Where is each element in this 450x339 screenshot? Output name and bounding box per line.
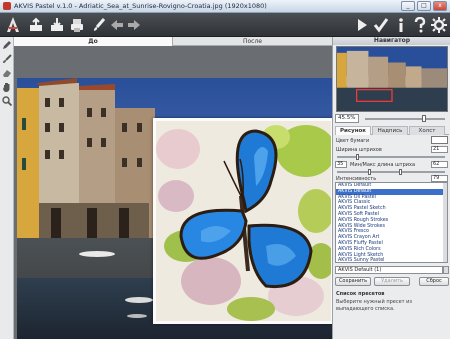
eraser-icon[interactable] <box>2 68 12 78</box>
image-canvas[interactable] <box>14 46 332 339</box>
preset-select[interactable]: AKVIS Default (1) <box>335 266 443 274</box>
print-icon[interactable] <box>69 17 85 33</box>
close-button[interactable]: x <box>433 1 447 11</box>
redo-icon[interactable] <box>126 17 142 33</box>
zoom-slider[interactable] <box>365 118 445 120</box>
app-logo-icon <box>3 2 11 10</box>
akvis-logo-icon <box>7 17 19 32</box>
preset-list-item[interactable]: AKVIS Sunny Pastel <box>336 258 447 262</box>
title-bar: AKVIS Pastel v.1.0 - Adriatic_Sea_at_Sun… <box>0 0 450 13</box>
stroke-length-max-thumb[interactable] <box>399 169 402 175</box>
tab-canvas[interactable]: Холст <box>409 126 445 135</box>
stroke-width-slider[interactable] <box>337 156 445 158</box>
info-icon[interactable] <box>393 17 409 33</box>
reset-button[interactable]: Сброс <box>419 277 449 286</box>
zoom-icon[interactable] <box>2 96 12 106</box>
minimize-button[interactable]: _ <box>401 1 415 11</box>
chevron-down-icon[interactable] <box>443 266 449 274</box>
run-icon[interactable] <box>354 17 370 33</box>
intensity-input[interactable]: 79 <box>431 175 448 182</box>
zoom-value[interactable]: 45.5% <box>335 114 359 123</box>
stroke-length-max-input[interactable]: 62 <box>431 161 448 168</box>
brush-icon[interactable] <box>91 17 107 33</box>
paper-color-label: Цвет бумаги <box>336 138 370 144</box>
maximize-button[interactable]: □ <box>417 1 431 11</box>
settings-icon[interactable] <box>431 17 447 33</box>
tab-before[interactable]: До <box>14 37 173 46</box>
pencil-icon[interactable] <box>2 40 12 50</box>
zoom-row: 45.5% <box>335 114 449 123</box>
hint-text: Выберите нужный пресет из выпадающего сп… <box>336 299 413 312</box>
stroke-length-min-thumb[interactable] <box>368 169 371 175</box>
navigator-preview[interactable] <box>336 46 448 112</box>
paper-color-swatch[interactable] <box>431 136 448 144</box>
preset-list-scrollbar[interactable] <box>443 183 447 262</box>
panel-tabs: Рисунок Надпись Холст <box>335 126 449 135</box>
settings-panel: Навигатор 45.5% Рисунок Надпись Холст Цв… <box>332 37 450 339</box>
undo-icon[interactable] <box>109 17 125 33</box>
preset-dropdown-list[interactable]: AKVIS Default AKVIS Default AKVIS Oil Past… <box>335 182 448 263</box>
stroke-length-label: Мин/Макс длина штриха <box>350 162 416 168</box>
tool-strip <box>0 37 14 339</box>
hand-icon[interactable] <box>2 82 12 92</box>
brush-icon[interactable] <box>2 54 12 64</box>
save-preset-button[interactable]: Сохранить <box>335 277 371 286</box>
navigator-title: Навигатор <box>333 37 450 45</box>
window-title: AKVIS Pastel v.1.0 - Adriatic_Sea_at_Sun… <box>14 2 267 10</box>
view-tabs: До После <box>14 37 332 46</box>
stroke-width-label: Ширина штрихов <box>336 147 382 153</box>
pastel-result-preview <box>153 118 332 324</box>
preset-buttons: Сохранить Удалить Сброс <box>335 277 449 286</box>
hint-title: Список пресетов <box>336 291 385 297</box>
tab-text[interactable]: Надпись <box>372 126 408 135</box>
main-toolbar <box>0 13 450 37</box>
stroke-width-input[interactable]: 21 <box>431 146 448 153</box>
tab-after[interactable]: После <box>173 37 332 46</box>
tab-drawing[interactable]: Рисунок <box>335 126 371 135</box>
stroke-width-thumb[interactable] <box>356 154 359 160</box>
stroke-length-slider[interactable] <box>337 171 445 173</box>
save-icon[interactable] <box>49 17 65 33</box>
zoom-slider-thumb[interactable] <box>422 115 426 122</box>
delete-preset-button[interactable]: Удалить <box>374 277 410 286</box>
apply-icon[interactable] <box>373 17 389 33</box>
help-icon[interactable] <box>412 17 428 33</box>
open-icon[interactable] <box>28 17 44 33</box>
stroke-length-min-input[interactable]: 35 <box>335 161 347 168</box>
